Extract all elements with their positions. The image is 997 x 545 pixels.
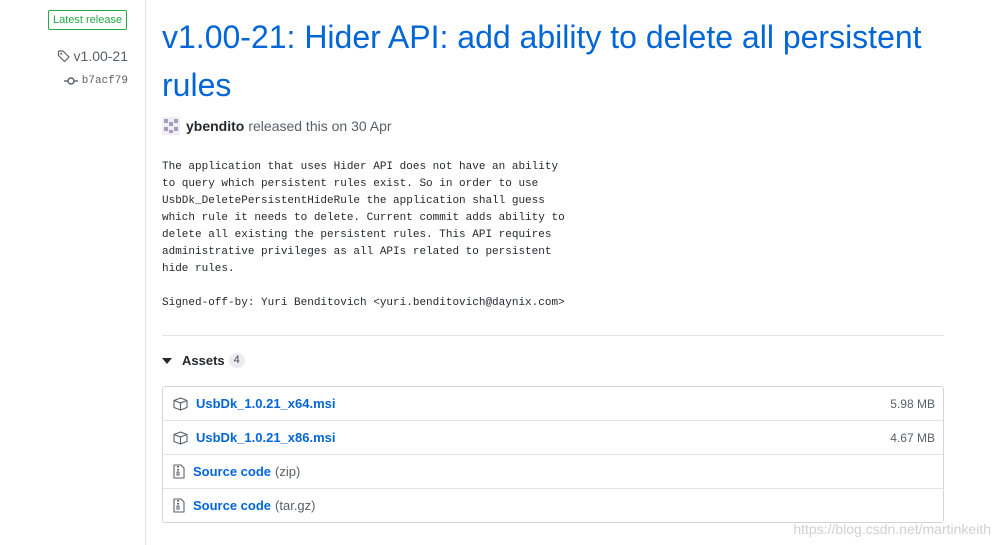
asset-row[interactable]: UsbDk_1.0.21_x86.msi 4.67 MB <box>163 420 943 454</box>
assets-label: Assets <box>182 353 225 368</box>
avatar[interactable] <box>162 117 180 135</box>
release-meta: ybendito released this on 30 Apr <box>162 117 944 135</box>
asset-download-link[interactable]: UsbDk_1.0.21_x86.msi <box>196 430 335 445</box>
asset-size: 4.67 MB <box>890 430 935 445</box>
file-zip-icon <box>173 498 185 513</box>
commit-sha: b7acf79 <box>81 75 128 87</box>
tag-link[interactable]: v1.00-21 <box>57 48 128 64</box>
release-main: v1.00-21: Hider API: add ability to dele… <box>162 0 944 523</box>
release-title[interactable]: v1.00-21: Hider API: add ability to dele… <box>162 13 944 109</box>
release-sidebar: Latest release v1.00-21 b7acf79 <box>0 0 146 545</box>
author-link[interactable]: ybendito <box>186 118 244 134</box>
archive-format: (tar.gz) <box>275 498 316 513</box>
release-date-text: released this on 30 Apr <box>248 118 392 134</box>
source-code-label: Source code <box>193 498 272 513</box>
latest-release-badge: Latest release <box>48 10 128 30</box>
asset-size: 5.98 MB <box>890 396 935 411</box>
release-notes: The application that uses Hider API does… <box>162 161 565 309</box>
watermark: https://blog.csdn.net/martinkeith <box>793 521 991 537</box>
commit-link[interactable]: b7acf79 <box>63 75 128 87</box>
divider <box>162 335 944 336</box>
assets-list: UsbDk_1.0.21_x64.msi 5.98 MB UsbDk_1.0.2… <box>162 386 944 523</box>
asset-download-link[interactable]: UsbDk_1.0.21_x64.msi <box>196 396 335 411</box>
assets-toggle[interactable]: Assets 4 <box>162 353 944 368</box>
caret-down-icon <box>162 357 172 364</box>
tag-icon <box>57 50 70 63</box>
assets-count-badge: 4 <box>228 353 245 368</box>
asset-row[interactable]: Source code (tar.gz) <box>163 488 943 522</box>
asset-row[interactable]: Source code (zip) <box>163 454 943 488</box>
asset-row[interactable]: UsbDk_1.0.21_x64.msi 5.98 MB <box>163 387 943 420</box>
tag-label: v1.00-21 <box>73 48 128 64</box>
source-code-label: Source code <box>193 464 272 479</box>
file-zip-icon <box>173 464 185 479</box>
source-zip-link[interactable]: Source code (zip) <box>193 464 300 479</box>
git-commit-icon <box>63 77 78 85</box>
archive-format: (zip) <box>275 464 301 479</box>
package-icon <box>173 396 188 411</box>
source-targz-link[interactable]: Source code (tar.gz) <box>193 498 316 513</box>
package-icon <box>173 430 188 445</box>
